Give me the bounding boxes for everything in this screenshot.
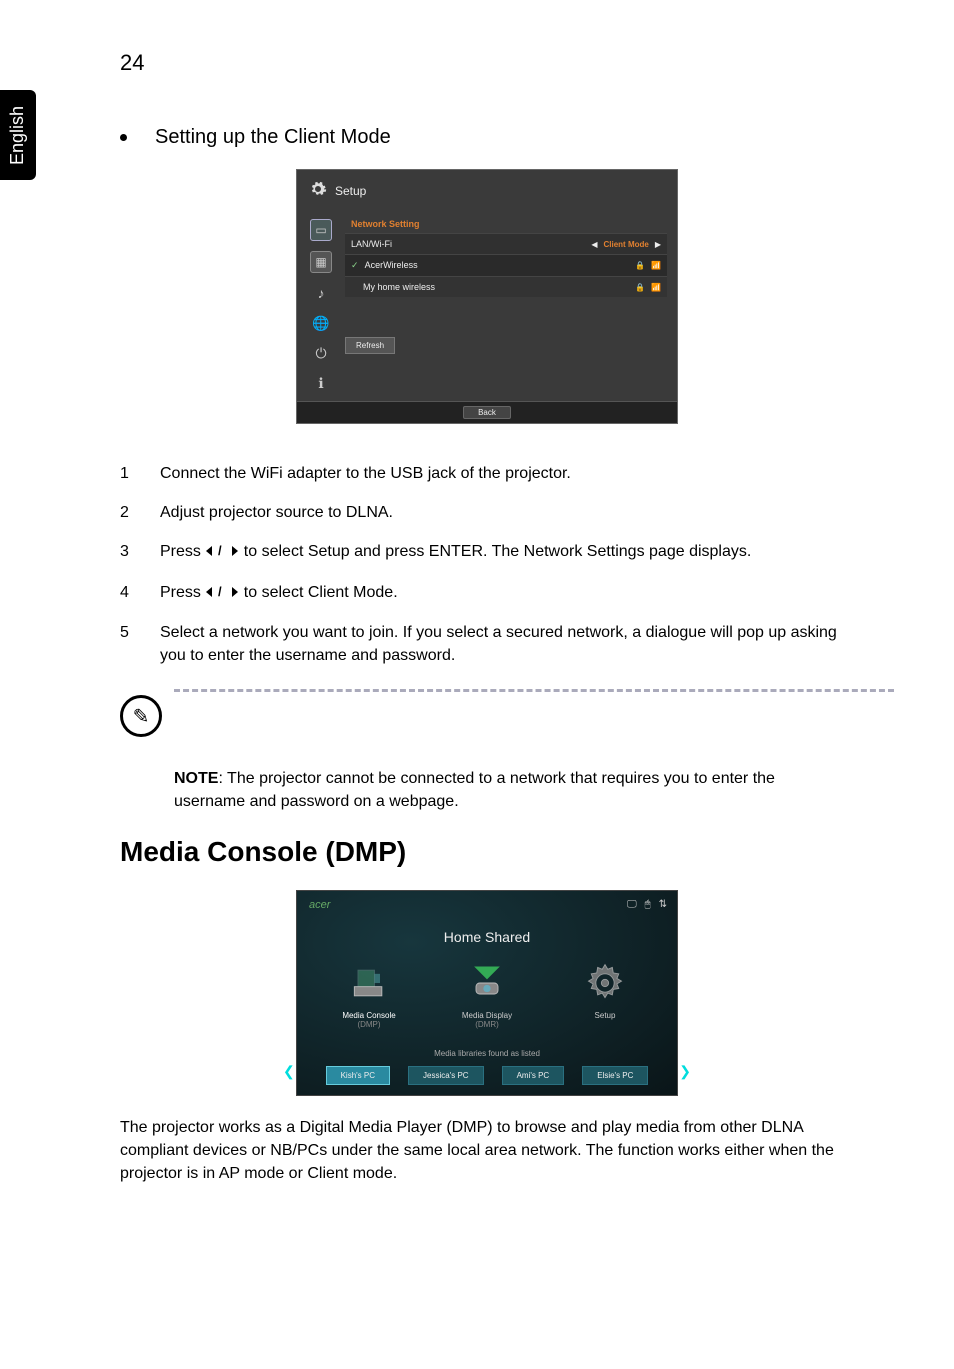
page-number: 24 — [120, 50, 854, 76]
pc-tile-1[interactable]: Jessica's PC — [408, 1066, 484, 1085]
gear-icon — [580, 961, 630, 1005]
refresh-button[interactable]: Refresh — [345, 337, 395, 354]
step-4: 4 Press / to select Client Mode. — [120, 573, 854, 613]
network-row-1[interactable]: My home wireless 🔒 📶 — [345, 276, 667, 297]
power-icon[interactable]: ⏻ — [311, 343, 331, 363]
home-subtitle: Media libraries found as listed — [297, 1039, 677, 1064]
mouse-icon: 🖱 — [645, 899, 651, 910]
section-heading: Media Console (DMP) — [120, 836, 854, 868]
pc-tile-3[interactable]: Elsie's PC — [582, 1066, 648, 1085]
svg-text:/: / — [218, 545, 222, 557]
back-button[interactable]: Back — [463, 406, 511, 419]
item-label-2: (DMP) — [324, 1020, 414, 1029]
note-label: NOTE — [174, 770, 218, 787]
pencil-icon: ✎ — [120, 695, 162, 737]
signal-icon: ⇅ — [659, 899, 667, 910]
bullet-heading: Setting up the Client Mode — [120, 126, 854, 149]
brand-logo: acer — [309, 899, 330, 911]
setup-panel: Setup ▭ ▦ ♪ 🌐 ⏻ ℹ Network Setting LAN/Wi… — [296, 169, 678, 424]
item-label-1: Media Console — [324, 1011, 414, 1020]
bullet-dot — [120, 134, 127, 141]
note-body: NOTE: The projector cannot be connected … — [174, 767, 854, 813]
left-right-arrows-icon: / — [205, 582, 239, 605]
lan-wifi-row[interactable]: LAN/Wi-Fi ◀ Client Mode ▶ — [345, 233, 667, 254]
pc-tile-0[interactable]: Kish's PC — [326, 1066, 390, 1085]
monitor-icon: 🖵 — [627, 899, 637, 910]
item-label-2: (DMR) — [442, 1020, 532, 1029]
right-arrow-icon[interactable]: ▶ — [655, 240, 661, 249]
back-bar: Back — [297, 401, 677, 423]
network-name-1: My home wireless — [351, 282, 635, 292]
image-icon[interactable]: ▦ — [310, 251, 332, 273]
check-icon: ✓ — [351, 260, 359, 270]
setup-title: Setup — [335, 184, 366, 198]
step-1: 1 Connect the WiFi adapter to the USB ja… — [120, 454, 854, 493]
home-item-media-console[interactable]: Media Console (DMP) — [324, 961, 414, 1029]
globe-icon[interactable]: 🌐 — [311, 313, 331, 333]
pc-icon — [344, 961, 394, 1005]
note-row: ✎ — [120, 695, 854, 737]
left-right-arrows-icon: / — [205, 541, 239, 564]
info-icon[interactable]: ℹ — [311, 373, 331, 393]
network-row-0[interactable]: ✓ AcerWireless 🔒 📶 — [345, 254, 667, 276]
item-label-1: Setup — [560, 1011, 650, 1020]
lock-icon: 🔒 — [635, 261, 645, 270]
network-name-0: AcerWireless — [365, 260, 418, 270]
chevron-left-icon[interactable]: ❮ — [283, 1063, 295, 1080]
setup-nav: ▭ ▦ ♪ 🌐 ⏻ ℹ — [307, 215, 335, 393]
projector-icon — [462, 961, 512, 1005]
svg-text:/: / — [218, 586, 222, 598]
home-title: Home Shared — [297, 911, 677, 961]
item-label-1: Media Display — [442, 1011, 532, 1020]
step-2: 2 Adjust projector source to DLNA. — [120, 493, 854, 532]
home-panel: acer 🖵 🖱 ⇅ Home Shared Media Console (DM… — [296, 890, 678, 1096]
step-5: 5 Select a network you want to join. If … — [120, 613, 854, 675]
audio-icon[interactable]: ♪ — [311, 283, 331, 303]
lan-wifi-label: LAN/Wi-Fi — [351, 239, 591, 249]
pc-tile-2[interactable]: Ami's PC — [502, 1066, 565, 1085]
display-icon[interactable]: ▭ — [310, 219, 332, 241]
wifi-icon: 📶 — [651, 261, 661, 270]
wifi-icon: 📶 — [651, 283, 661, 292]
steps-list: 1 Connect the WiFi adapter to the USB ja… — [120, 454, 854, 675]
gear-icon — [309, 180, 327, 201]
home-item-media-display[interactable]: Media Display (DMR) — [442, 961, 532, 1029]
client-mode-value: Client Mode — [604, 240, 649, 249]
home-item-setup[interactable]: Setup — [560, 961, 650, 1029]
lock-icon: 🔒 — [635, 283, 645, 292]
bullet-heading-text: Setting up the Client Mode — [155, 126, 391, 149]
step-3: 3 Press / to select Setup and press ENTE… — [120, 532, 854, 572]
setup-header: Setup — [297, 170, 677, 215]
bottom-paragraph: The projector works as a Digital Media P… — [120, 1116, 854, 1186]
note-text: : The projector cannot be connected to a… — [174, 770, 775, 810]
chevron-right-icon[interactable]: ❯ — [679, 1063, 691, 1080]
left-arrow-icon[interactable]: ◀ — [591, 240, 597, 249]
section-label: Network Setting — [345, 215, 667, 233]
